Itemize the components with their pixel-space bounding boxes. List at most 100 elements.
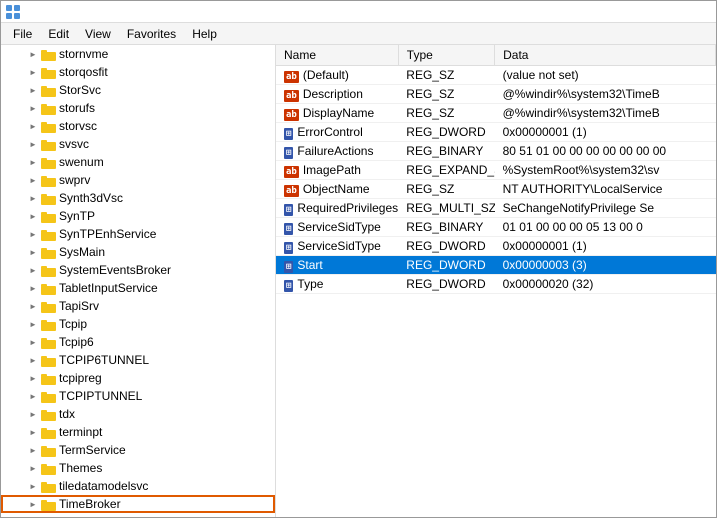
expand-icon[interactable]: ► [25, 442, 41, 458]
expand-icon[interactable]: ► [25, 190, 41, 206]
expand-icon[interactable]: ► [25, 262, 41, 278]
expand-icon[interactable]: ► [25, 460, 41, 476]
cell-data: 0x00000003 (3) [495, 256, 716, 275]
col-header-data[interactable]: Data [495, 45, 716, 66]
expand-icon[interactable]: ► [25, 172, 41, 188]
expand-icon[interactable]: ► [25, 208, 41, 224]
expand-icon[interactable]: ► [25, 154, 41, 170]
table-row[interactable]: abObjectNameREG_SZNT AUTHORITY\LocalServ… [276, 180, 716, 199]
cell-data: (value not set) [495, 66, 716, 85]
tree-item[interactable]: ► storvsc [1, 117, 275, 135]
expand-icon[interactable]: ► [25, 46, 41, 62]
tree-item[interactable]: ► Tcpip [1, 315, 275, 333]
expand-icon[interactable]: ► [25, 388, 41, 404]
tree-item[interactable]: ► storqosfit [1, 63, 275, 81]
tree-item[interactable]: ► tdx [1, 405, 275, 423]
col-header-type[interactable]: Type [398, 45, 494, 66]
table-row[interactable]: abDescriptionREG_SZ@%windir%\system32\Ti… [276, 85, 716, 104]
tree-item[interactable]: ► SynTP [1, 207, 275, 225]
tree-item-label: swprv [59, 173, 90, 187]
tree-item[interactable]: ► SystemEventsBroker [1, 261, 275, 279]
expand-icon[interactable]: ► [25, 496, 41, 512]
expand-icon[interactable]: ► [25, 244, 41, 260]
expand-icon[interactable]: ► [25, 280, 41, 296]
menu-view[interactable]: View [77, 25, 119, 43]
table-row[interactable]: ⊞RequiredPrivilegesREG_MULTI_SZSeChangeN… [276, 199, 716, 218]
tree-item[interactable]: ► TabletInputService [1, 279, 275, 297]
tree-item-label: terminpt [59, 425, 102, 439]
table-row[interactable]: ab(Default)REG_SZ(value not set) [276, 66, 716, 85]
tree-item[interactable]: ► Tcpip6 [1, 333, 275, 351]
expand-icon[interactable]: ► [25, 118, 41, 134]
table-row[interactable]: ⊞ServiceSidTypeREG_DWORD0x00000001 (1) [276, 237, 716, 256]
ab-icon: ab [284, 87, 303, 101]
tree-item[interactable]: ► TapiSrv [1, 297, 275, 315]
tree-item[interactable]: ► tiledatamodelsvc [1, 477, 275, 495]
tree-item-label: swenum [59, 155, 104, 169]
expand-icon[interactable]: ► [25, 316, 41, 332]
ab-icon: ab [284, 182, 303, 196]
table-row[interactable]: abDisplayNameREG_SZ@%windir%\system32\Ti… [276, 104, 716, 123]
tree-item[interactable]: ► TCPIP6TUNNEL [1, 351, 275, 369]
table-row[interactable]: ⊞StartREG_DWORD0x00000003 (3) [276, 256, 716, 275]
tree-item[interactable]: ► stornvme [1, 45, 275, 63]
expand-icon[interactable]: ► [25, 64, 41, 80]
expand-icon[interactable]: ► [25, 424, 41, 440]
tree-item[interactable]: ► tcpipreg [1, 369, 275, 387]
tree-item[interactable]: ► TermService [1, 441, 275, 459]
expand-icon[interactable]: ► [25, 478, 41, 494]
folder-icon [41, 119, 59, 133]
expand-icon[interactable]: ► [25, 100, 41, 116]
cell-type: REG_EXPAND_SZ [398, 161, 494, 180]
menu-edit[interactable]: Edit [40, 25, 77, 43]
expand-icon[interactable]: ► [25, 298, 41, 314]
tree-item[interactable]: ► Synth3dVsc [1, 189, 275, 207]
expand-icon[interactable]: ► [25, 352, 41, 368]
expand-icon[interactable]: ► [25, 334, 41, 350]
maximize-button[interactable] [658, 4, 684, 20]
tree-item-label: SystemEventsBroker [59, 263, 171, 277]
tree-item[interactable]: ► SysMain [1, 243, 275, 261]
menu-file[interactable]: File [5, 25, 40, 43]
col-header-name[interactable]: Name [276, 45, 398, 66]
tree-item[interactable]: ► SynTPEnhService [1, 225, 275, 243]
tree-item[interactable]: ► StorSvc [1, 81, 275, 99]
tree-item[interactable]: ► swprv [1, 171, 275, 189]
table-row[interactable]: ⊞ErrorControlREG_DWORD0x00000001 (1) [276, 123, 716, 142]
menu-help[interactable]: Help [184, 25, 225, 43]
tree-item[interactable]: ► TimeBroker [1, 495, 275, 513]
tree-item[interactable]: ► TPM [1, 513, 275, 517]
tree-item[interactable]: ► storufs [1, 99, 275, 117]
expand-icon[interactable]: ► [25, 514, 41, 517]
expand-icon[interactable]: ► [25, 226, 41, 242]
expand-icon[interactable]: ► [25, 82, 41, 98]
table-row[interactable]: ⊞FailureActionsREG_BINARY80 51 01 00 00 … [276, 142, 716, 161]
expand-icon[interactable]: ► [25, 406, 41, 422]
table-row[interactable]: ⊞ServiceSidTypeREG_BINARY01 01 00 00 00 … [276, 218, 716, 237]
close-button[interactable] [686, 4, 712, 20]
tree-item-label: Synth3dVsc [59, 191, 123, 205]
tree-item-label: TCPIPTUNNEL [59, 389, 142, 403]
menu-favorites[interactable]: Favorites [119, 25, 184, 43]
table-row[interactable]: abImagePathREG_EXPAND_SZ%SystemRoot%\sys… [276, 161, 716, 180]
tree-item-label: tdx [59, 407, 75, 421]
tree-item[interactable]: ► TCPIPTUNNEL [1, 387, 275, 405]
minimize-button[interactable] [630, 4, 656, 20]
cell-data: 0x00000001 (1) [495, 123, 716, 142]
tree-pane[interactable]: ► stornvme► storqosfit► StorSvc► storufs… [1, 45, 276, 517]
details-pane[interactable]: Name Type Data ab(Default)REG_SZ(value n… [276, 45, 716, 517]
expand-icon[interactable]: ► [25, 370, 41, 386]
table-row[interactable]: ⊞TypeREG_DWORD0x00000020 (32) [276, 275, 716, 294]
cell-name: ⊞RequiredPrivileges [276, 199, 398, 218]
tree-item-label: tcpipreg [59, 371, 102, 385]
tree-item[interactable]: ► svsvc [1, 135, 275, 153]
tree-item[interactable]: ► terminpt [1, 423, 275, 441]
registry-table: Name Type Data ab(Default)REG_SZ(value n… [276, 45, 716, 294]
folder-icon [41, 479, 59, 493]
cell-type: REG_BINARY [398, 142, 494, 161]
tree-item[interactable]: ► Themes [1, 459, 275, 477]
tree-item[interactable]: ► swenum [1, 153, 275, 171]
folder-icon [41, 461, 59, 475]
menu-bar: File Edit View Favorites Help [1, 23, 716, 45]
expand-icon[interactable]: ► [25, 136, 41, 152]
